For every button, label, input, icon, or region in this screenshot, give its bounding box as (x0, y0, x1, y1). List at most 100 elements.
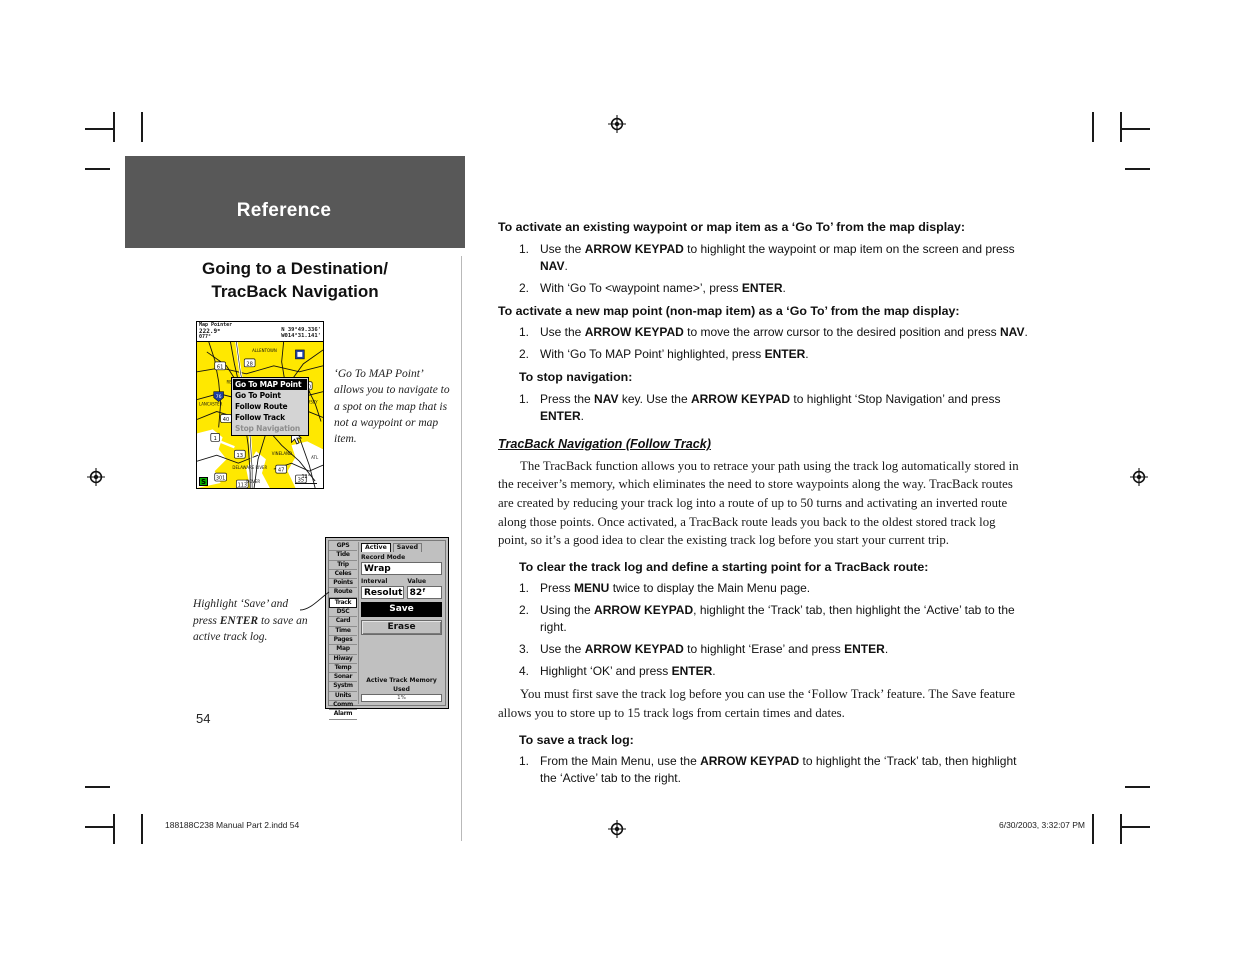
heading-activate-existing-waypoint: To activate an existing waypoint or map … (498, 220, 966, 234)
track-screen-inner: GPS Tide Trip Celes Points Route Track D… (328, 540, 446, 720)
heading-stop-navigation: To stop navigation: (519, 370, 633, 385)
crop-mark-br-v (1120, 814, 1122, 844)
crop-mark-tr-h (1120, 128, 1150, 130)
figure-map-screen: Map Pointer 222.9ᵐ 077° N 39°49.336' W01… (196, 321, 324, 489)
menu-item-follow-track[interactable]: Follow Track (233, 412, 307, 423)
sidebar-tab-systm[interactable]: Systm (329, 682, 357, 692)
step-number: 1. (519, 581, 530, 596)
track-caption-bold: ENTER (219, 614, 259, 627)
step-number: 2. (519, 603, 530, 618)
sidebar-tab-dsc[interactable]: DSC (329, 608, 357, 618)
svg-text:DOVER: DOVER (246, 479, 260, 484)
map-pointer-bearing: 077° (199, 334, 212, 340)
sidebar-tab-units[interactable]: Units (329, 692, 357, 702)
sidebar-tab-comm[interactable]: Comm (329, 701, 357, 711)
svg-text:ATL: ATL (311, 455, 319, 460)
sidebar-tab-route[interactable]: Route (329, 588, 357, 598)
step-number: 2. (519, 347, 530, 362)
menu-item-go-to-map-point[interactable]: Go To MAP Point (233, 379, 307, 390)
menu-item-follow-route[interactable]: Follow Route (233, 401, 307, 412)
sidebar-tab-celes[interactable]: Celes (329, 570, 357, 580)
save-button[interactable]: Save (361, 602, 442, 617)
step-text: Use the ARROW KEYPAD to highlight the wa… (540, 241, 1015, 273)
list-item: 1. Press the NAV key. Use the ARROW KEYPA… (498, 391, 1028, 425)
value-field[interactable]: 82ᶠ (406, 586, 442, 599)
crop-mark-bl-h (85, 786, 110, 788)
steps-activate-new-map-point: 1. Use the ARROW KEYPAD to move the arrow… (498, 324, 1028, 363)
main-menu-tab-list[interactable]: GPS Tide Trip Celes Points Route Track D… (329, 541, 357, 720)
map-navigation-menu[interactable]: Go To MAP Point Go To Point Follow Route… (231, 377, 309, 436)
page-title: Going to a Destination/ TracBack Navigat… (125, 258, 487, 303)
subtab-active[interactable]: Active (361, 543, 391, 552)
crop-mark-br2-h (1120, 826, 1150, 828)
footer-filename: 188188C238 Manual Part 2.indd 54 (165, 820, 300, 830)
record-mode-field[interactable]: Wrap (361, 562, 442, 575)
crop-mark-tl3-h (85, 168, 110, 170)
step-number: 1. (519, 391, 530, 406)
list-item: 3. Use the ARROW KEYPAD to highlight ‘Era… (498, 641, 1028, 658)
track-memory-section: Active Track Memory Used 1% (361, 676, 442, 702)
erase-button[interactable]: Erase (361, 620, 442, 635)
sidebar-tab-trip[interactable]: Trip (329, 561, 357, 570)
crop-mark-tl-v (113, 112, 115, 142)
sidebar-tab-time[interactable]: Time (329, 627, 357, 636)
svg-text:28: 28 (246, 361, 253, 367)
sidebar-tab-pages[interactable]: Pages (329, 636, 357, 646)
step-number: 2. (519, 280, 530, 295)
step-text: Highlight ‘OK’ and press ENTER. (540, 664, 716, 679)
sidebar-tab-sonar[interactable]: Sonar (329, 673, 357, 683)
list-item: 1. Press MENU twice to display the Main M… (498, 580, 1028, 597)
crop-mark-bl2-h (85, 826, 115, 828)
step-number: 1. (519, 754, 530, 769)
heading-activate-new-map-point: To activate a new map point (non-map ite… (498, 303, 960, 318)
page-title-line1: Going to a Destination/ (201, 259, 389, 278)
track-subtab-list[interactable]: Active Saved (361, 543, 442, 552)
steps-clear-track-log: 1. Press MENU twice to display the Main M… (498, 580, 1028, 680)
crop-mark-tr-v (1120, 112, 1122, 142)
svg-text:VINELAND: VINELAND (272, 451, 292, 456)
sidebar-tab-map[interactable]: Map (329, 645, 357, 655)
step-text: Using the ARROW KEYPAD, highlight the ‘T… (540, 603, 1015, 635)
crop-mark-bl-v (113, 814, 115, 844)
sidebar-tab-temp[interactable]: Temp (329, 664, 357, 674)
svg-text:1: 1 (214, 436, 217, 442)
chapter-band: Reference (125, 156, 465, 248)
subtab-saved[interactable]: Saved (392, 543, 423, 552)
step-number: 3. (519, 642, 530, 657)
map-pointer-longitude: W014°31.141' (281, 333, 321, 339)
chapter-band-label: Reference (236, 200, 332, 221)
record-mode-label: Record Mode (361, 554, 406, 561)
registration-target-top (608, 115, 626, 133)
sidebar-tab-tide[interactable]: Tide (329, 551, 357, 561)
sidebar-tab-gps[interactable]: GPS (329, 542, 357, 552)
crop-mark-tr2-v (1092, 112, 1094, 142)
figure-track-caption: Highlight ‘Save’ and press ENTER to save… (193, 596, 309, 646)
sidebar-tab-card[interactable]: Card (329, 617, 357, 627)
track-panel: Active Saved Record Mode Wrap Interval V… (358, 542, 444, 704)
list-item: 2. With ‘Go To MAP Point’ highlighted, pr… (498, 346, 1028, 363)
memory-used-label: Active Track Memory Used (366, 677, 437, 693)
step-text: Use the ARROW KEYPAD to move the arrow c… (540, 325, 1028, 340)
crop-mark-br3-v (1092, 814, 1094, 844)
value-label: Value (407, 578, 427, 585)
sidebar-tab-points[interactable]: Points (329, 579, 357, 589)
list-item: 2. With ‘Go To <waypoint name>’, press EN… (498, 280, 1028, 297)
crop-mark-tr3-h (1125, 168, 1150, 170)
interval-field[interactable]: Resolution (361, 586, 404, 599)
list-item: 1. From the Main Menu, use the ARROW KEYP… (498, 753, 1028, 787)
paragraph-tracback-description: The TracBack function allows you to retr… (498, 458, 1019, 548)
list-item: 1. Use the ARROW KEYPAD to highlight the … (498, 241, 1028, 275)
sidebar-tab-alarm[interactable]: Alarm (329, 710, 357, 720)
crop-mark-tl-h (85, 128, 115, 130)
figure-track-menu-screen: GPS Tide Trip Celes Points Route Track D… (325, 537, 449, 720)
svg-text:76: 76 (216, 394, 222, 400)
sidebar-tab-track[interactable]: Track (329, 597, 357, 609)
crop-mark-bl3-v (141, 814, 143, 844)
crop-mark-tl2-v (141, 112, 143, 142)
menu-item-go-to-point[interactable]: Go To Point (233, 390, 307, 401)
list-item: 4. Highlight ‘OK’ and press ENTER. (498, 663, 1028, 680)
paragraph-save-track-log: You must first save the track log before… (498, 687, 1016, 720)
svg-text:61: 61 (217, 364, 224, 370)
menu-item-stop-navigation: Stop Navigation (235, 424, 300, 433)
sidebar-tab-hiway[interactable]: Hiway (329, 655, 357, 664)
